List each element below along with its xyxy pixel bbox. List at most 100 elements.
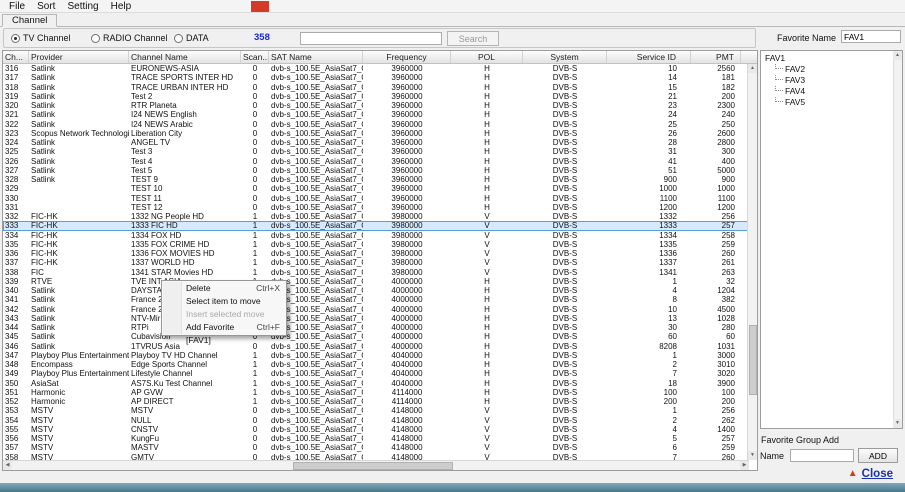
radio-radio-channel[interactable]: RADIO Channel (91, 33, 168, 43)
table-row[interactable]: 348 Encompass Edge Sports Channel 1 dvb-… (3, 360, 749, 369)
context-menu-item-add-favorite[interactable]: Add Favorite [FAV1] Ctrl+F (162, 321, 286, 345)
cell-provider: Satlink (31, 304, 56, 314)
cell-pol: H (484, 202, 490, 212)
table-row[interactable]: 353 MSTV MSTV 0 dvb-s_100.5E_AsiaSat7_C.… (3, 406, 749, 415)
context-menu-item-select-to-move[interactable]: Select item to move (162, 295, 286, 308)
scroll-left-arrow-icon[interactable]: ◀ (3, 461, 12, 470)
table-row[interactable]: 330 TEST 11 0 dvb-s_100.5E_AsiaSat7_C...… (3, 194, 749, 203)
table-row[interactable]: 346 Satlink 1TVRUS Asia 0 dvb-s_100.5E_A… (3, 342, 749, 351)
column-header-scan[interactable]: Scan... (241, 51, 269, 63)
column-header-provider[interactable]: Provider (29, 51, 129, 63)
table-row[interactable]: 328 Satlink TEST 9 0 dvb-s_100.5E_AsiaSa… (3, 175, 749, 184)
cell-pmt: 1028 (717, 313, 735, 323)
favorite-group-name-input[interactable] (790, 449, 854, 462)
table-row[interactable]: 347 Playboy Plus Entertainment Playboy T… (3, 351, 749, 360)
context-menu-item-delete[interactable]: Delete Ctrl+X (162, 282, 286, 295)
cell-provider: Harmonic (31, 387, 66, 397)
table-row[interactable]: 354 MSTV NULL 0 dvb-s_100.5E_AsiaSat7_C.… (3, 416, 749, 425)
cell-ch: 327 (5, 165, 19, 175)
scroll-up-arrow-icon[interactable]: ▲ (893, 51, 902, 60)
table-row[interactable]: 355 MSTV CNSTV 0 dvb-s_100.5E_AsiaSat7_C… (3, 425, 749, 434)
column-header-channel-name[interactable]: Channel Name (129, 51, 241, 63)
vertical-scroll-thumb[interactable] (749, 325, 757, 396)
table-row[interactable]: 333 FIC-HK 1333 FIC HD 1 dvb-s_100.5E_As… (3, 221, 749, 231)
column-header-system[interactable]: System (523, 51, 607, 63)
column-header-pmt[interactable]: PMT (691, 51, 741, 63)
table-row[interactable]: 339 RTVE TVE INT ASIA 1 dvb-s_100.5E_Asi… (3, 277, 749, 286)
table-row[interactable]: 326 Satlink Test 4 0 dvb-s_100.5E_AsiaSa… (3, 157, 749, 166)
table-row[interactable]: 324 Satlink ANGEL TV 0 dvb-s_100.5E_Asia… (3, 138, 749, 147)
table-row[interactable]: 357 MSTV MASTV 0 dvb-s_100.5E_AsiaSat7_C… (3, 443, 749, 452)
menu-item-help[interactable]: Help (105, 1, 138, 12)
table-row[interactable]: 321 Satlink I24 NEWS English 0 dvb-s_100… (3, 110, 749, 119)
search-button[interactable]: Search (447, 31, 499, 46)
cell-sat-name: dvb-s_100.5E_AsiaSat7_C... (271, 91, 363, 101)
menu-item-file[interactable]: File (3, 1, 31, 12)
radio-data-channel[interactable]: DATA (174, 33, 209, 43)
add-button[interactable]: ADD (858, 448, 898, 463)
tree-item-fav2[interactable]: FAV2 (765, 64, 902, 75)
tree-item-fav1[interactable]: FAV1 (765, 53, 902, 64)
table-row[interactable]: 331 TEST 12 0 dvb-s_100.5E_AsiaSat7_C...… (3, 203, 749, 212)
cell-sat-name: dvb-s_100.5E_AsiaSat7_C... (271, 110, 363, 120)
radio-tv-channel[interactable]: TV Channel (11, 33, 71, 43)
cell-system: DVB-S (552, 258, 578, 268)
menu-item-sort[interactable]: Sort (31, 1, 61, 12)
table-row[interactable]: 320 Satlink RTR Planeta 0 dvb-s_100.5E_A… (3, 101, 749, 110)
table-row[interactable]: 356 MSTV KungFu 0 dvb-s_100.5E_AsiaSat7_… (3, 434, 749, 443)
cell-sat-name: dvb-s_100.5E_AsiaSat7_C... (271, 424, 363, 434)
table-row[interactable]: 334 FIC-HK 1334 FOX HD 1 dvb-s_100.5E_As… (3, 231, 749, 240)
table-row[interactable]: 343 Satlink NTV-Mir 0 dvb-s_100.5E_AsiaS… (3, 314, 749, 323)
column-header-pol[interactable]: POL (451, 51, 523, 63)
horizontal-scroll-thumb[interactable] (293, 462, 453, 470)
column-header-sat-name[interactable]: SAT Name (269, 51, 363, 63)
table-row[interactable]: 329 TEST 10 0 dvb-s_100.5E_AsiaSat7_C...… (3, 184, 749, 193)
cell-sat-name: dvb-s_100.5E_AsiaSat7_C... (271, 397, 363, 406)
table-row[interactable]: 323 Scopus Network Technologies Liberati… (3, 129, 749, 138)
cell-system: DVB-S (552, 221, 578, 231)
table-row[interactable]: 318 Satlink TRACE URBAN INTER HD 0 dvb-s… (3, 83, 749, 92)
search-input[interactable] (300, 32, 442, 45)
table-row[interactable]: 335 FIC-HK 1335 FOX CRIME HD 1 dvb-s_100… (3, 240, 749, 249)
scroll-right-arrow-icon[interactable]: ▶ (740, 461, 749, 470)
table-row[interactable]: 319 Satlink Test 2 0 dvb-s_100.5E_AsiaSa… (3, 92, 749, 101)
tree-item-fav5[interactable]: FAV5 (765, 97, 902, 108)
cell-service-id: 4 (672, 286, 677, 295)
cell-frequency: 4000000 (391, 323, 423, 332)
table-row[interactable]: 349 Playboy Plus Entertainment Lifestyle… (3, 369, 749, 378)
table-row[interactable]: 352 Harmonic AP DIRECT 1 dvb-s_100.5E_As… (3, 397, 749, 406)
scroll-down-arrow-icon[interactable]: ▼ (748, 451, 757, 460)
close-button[interactable]: ▲ Close (848, 468, 893, 480)
table-row[interactable]: 325 Satlink Test 3 0 dvb-s_100.5E_AsiaSa… (3, 147, 749, 156)
cell-provider: Satlink (31, 286, 56, 295)
cell-channel-name: MASTV (131, 443, 159, 453)
table-row[interactable]: 345 Satlink Cubavision 0 dvb-s_100.5E_As… (3, 332, 749, 341)
tree-item-fav4[interactable]: FAV4 (765, 86, 902, 97)
scroll-up-arrow-icon[interactable]: ▲ (748, 64, 757, 73)
table-row[interactable]: 342 Satlink France 24 (en Francais) 0 dv… (3, 305, 749, 314)
column-header-frequency[interactable]: Frequency (363, 51, 451, 63)
table-row[interactable]: 341 Satlink France 24 0 dvb-s_100.5E_Asi… (3, 295, 749, 304)
favorite-name-input[interactable] (841, 30, 901, 43)
column-header-service-id[interactable]: Service ID (607, 51, 691, 63)
cell-sat-name: dvb-s_100.5E_AsiaSat7_C... (271, 434, 363, 443)
table-row[interactable]: 332 FIC-HK 1332 NG People HD 1 dvb-s_100… (3, 212, 749, 221)
table-row[interactable]: 317 Satlink TRACE SPORTS INTER HD 0 dvb-… (3, 73, 749, 82)
table-row[interactable]: 338 FIC 1341 STAR Movies HD 1 dvb-s_100.… (3, 268, 749, 277)
table-row[interactable]: 351 Harmonic AP GVW 1 dvb-s_100.5E_AsiaS… (3, 388, 749, 397)
tree-item-fav3[interactable]: FAV3 (765, 75, 902, 86)
tab-channel[interactable]: Channel (2, 14, 58, 27)
table-row[interactable]: 322 Satlink I24 NEWS Arabic 0 dvb-s_100.… (3, 120, 749, 129)
menu-item-setting[interactable]: Setting (61, 1, 104, 12)
column-header-ch[interactable]: Ch... (3, 51, 29, 63)
cell-ch: 334 (5, 230, 19, 240)
scroll-down-arrow-icon[interactable]: ▼ (893, 419, 902, 428)
table-row[interactable]: 337 FIC-HK 1337 WORLD HD 1 dvb-s_100.5E_… (3, 258, 749, 267)
table-row[interactable]: 340 Satlink DAYSTAR TV 0 dvb-s_100.5E_As… (3, 286, 749, 295)
table-row[interactable]: 336 FIC-HK 1336 FOX MOVIES HD 1 dvb-s_10… (3, 249, 749, 258)
table-row[interactable]: 327 Satlink Test 5 0 dvb-s_100.5E_AsiaSa… (3, 166, 749, 175)
table-row[interactable]: 316 Satlink EURONEWS-ASIA 0 dvb-s_100.5E… (3, 64, 749, 73)
cell-system: DVB-S (552, 387, 578, 397)
table-row[interactable]: 344 Satlink RTPi 0 dvb-s_100.5E_AsiaSat7… (3, 323, 749, 332)
table-row[interactable]: 350 AsiaSat AS7S.Ku Test Channel 1 dvb-s… (3, 379, 749, 388)
